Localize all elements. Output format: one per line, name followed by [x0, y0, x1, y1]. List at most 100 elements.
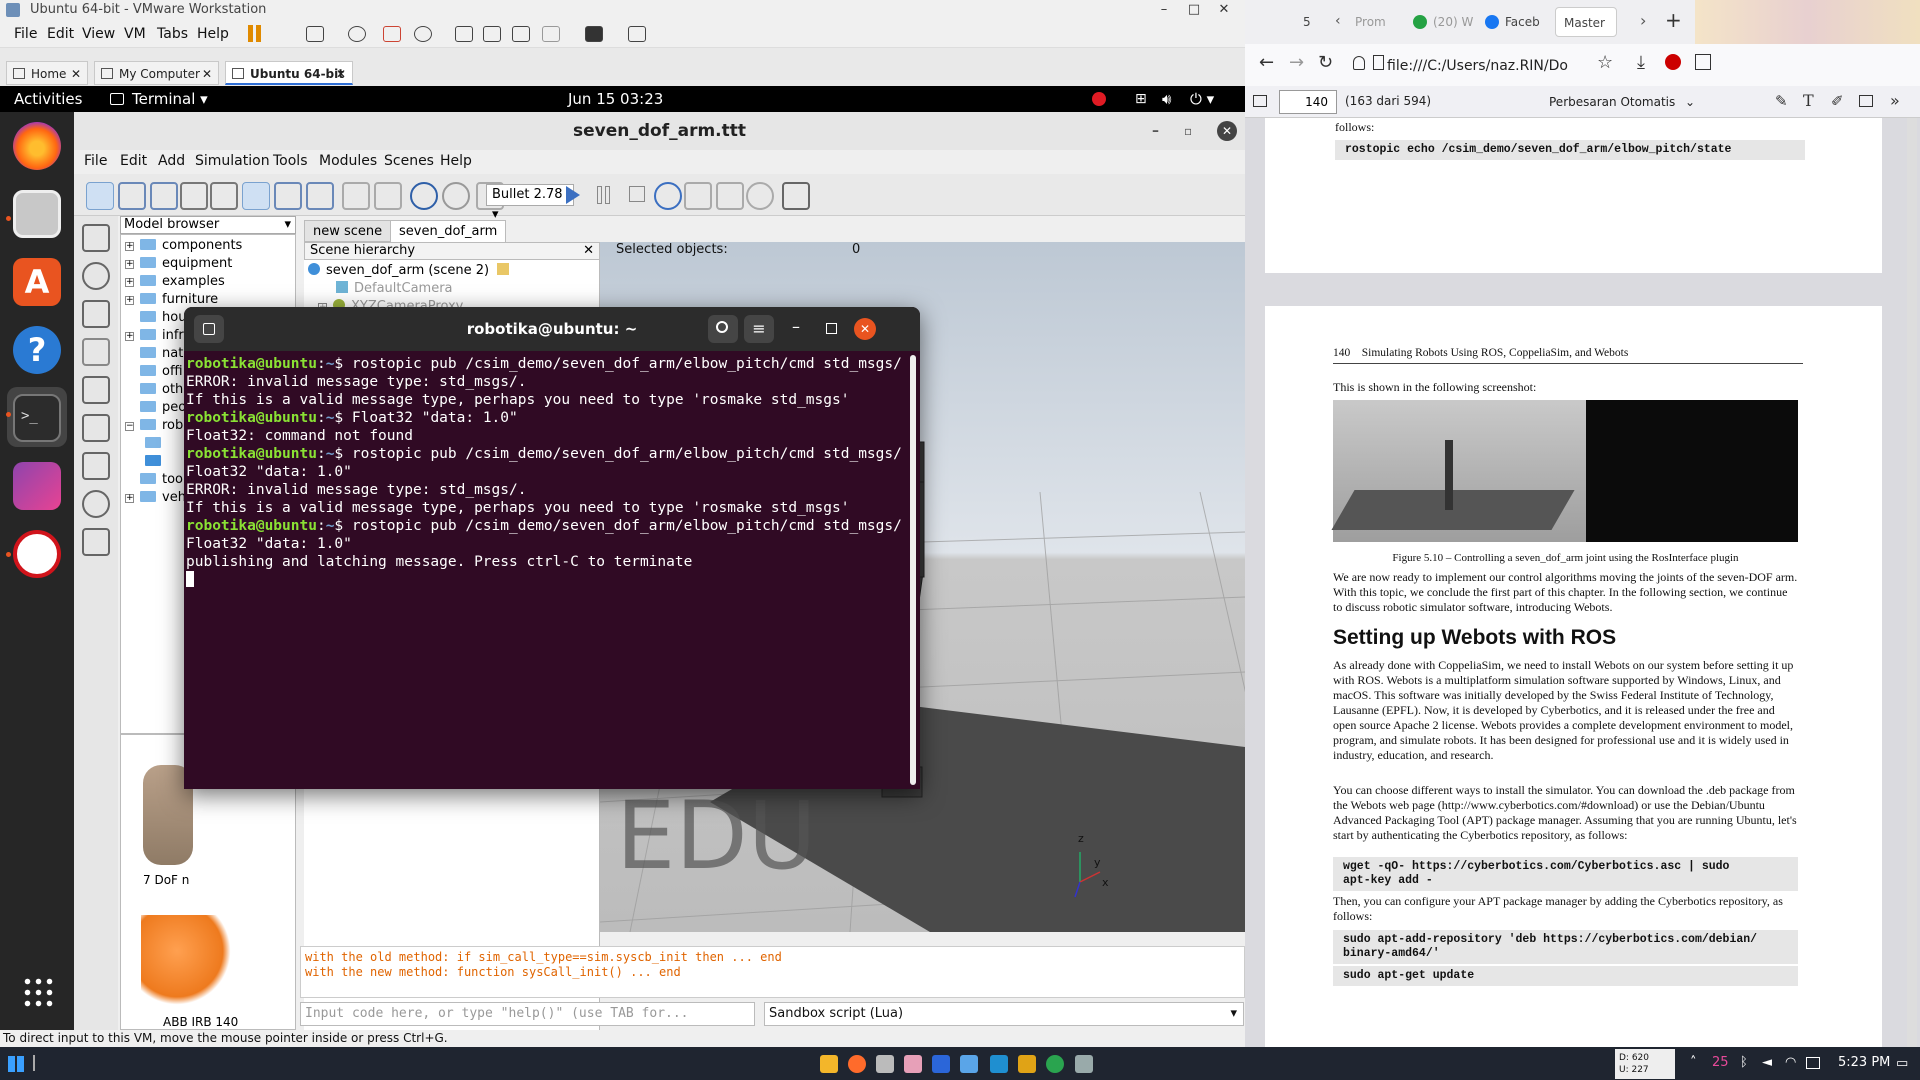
scripts-icon[interactable]: [82, 452, 110, 480]
tab-active[interactable]: Master: [1555, 7, 1617, 37]
redo-icon[interactable]: [442, 182, 470, 210]
notifications-icon[interactable]: ▭: [1896, 1056, 1908, 1071]
wifi-icon[interactable]: ◠: [1785, 1055, 1796, 1070]
image-icon[interactable]: [1859, 95, 1873, 107]
do-not-disturb-icon[interactable]: [1092, 92, 1106, 106]
model-browser-toggle-icon[interactable]: [82, 224, 110, 252]
tray-chevron-icon[interactable]: ˄: [1690, 1055, 1697, 1070]
menu-edit[interactable]: Edit: [47, 26, 74, 42]
draw-icon[interactable]: ✐: [1831, 92, 1844, 110]
files-icon[interactable]: [13, 190, 61, 238]
snapshot-icon[interactable]: [348, 26, 366, 42]
zoom-select[interactable]: Perbesaran Otomatis ⌄: [1541, 90, 1701, 114]
sidebar-toggle-icon[interactable]: [1253, 95, 1267, 107]
app-icon[interactable]: [1018, 1055, 1036, 1073]
terminal-scrollbar[interactable]: [910, 355, 916, 785]
help-icon[interactable]: ?: [13, 326, 61, 374]
user-settings-icon[interactable]: [82, 528, 110, 556]
tab-new-scene[interactable]: new scene: [304, 220, 392, 242]
object-shift-icon[interactable]: [274, 182, 302, 210]
bluetooth-icon[interactable]: ᛒ: [1740, 1055, 1748, 1070]
tab[interactable]: 5: [1303, 7, 1323, 37]
menu-view[interactable]: View: [82, 26, 115, 42]
terminal-icon[interactable]: >_: [13, 394, 61, 442]
unity-icon[interactable]: [542, 26, 560, 42]
menu-tools[interactable]: Tools: [273, 153, 308, 169]
close-tab-icon[interactable]: ✕: [202, 62, 212, 86]
menu-scenes[interactable]: Scenes: [384, 153, 434, 169]
tree-item[interactable]: + infr: [125, 327, 184, 345]
tab-scroll-right-icon[interactable]: ›: [1640, 11, 1646, 30]
tab[interactable]: Prom: [1355, 7, 1405, 37]
forward-icon[interactable]: →: [1289, 52, 1304, 73]
highlight-icon[interactable]: ✎: [1775, 92, 1788, 110]
close-tab-icon[interactable]: ✕: [71, 62, 81, 86]
maximize-icon[interactable]: [826, 323, 837, 334]
camera-pan-icon[interactable]: [86, 182, 114, 210]
app-icon[interactable]: [904, 1055, 922, 1073]
chevron-down-icon[interactable]: ⌄: [1685, 90, 1695, 114]
tree-item[interactable]: offi: [125, 363, 183, 381]
extension-icon[interactable]: [1695, 54, 1711, 70]
menu-modules[interactable]: Modules: [319, 153, 377, 169]
object-rotate-icon[interactable]: [306, 182, 334, 210]
app-icon[interactable]: [876, 1055, 894, 1073]
library-icon[interactable]: [455, 26, 473, 42]
stop-simulation-icon[interactable]: [629, 186, 645, 202]
tab[interactable]: (20) W: [1433, 7, 1478, 37]
fullscreen-icon[interactable]: [512, 26, 530, 42]
pause-icon[interactable]: [248, 25, 253, 42]
camera-rotate-icon[interactable]: [118, 182, 146, 210]
thumbnail-icon[interactable]: [483, 26, 501, 42]
coppeliasim-icon[interactable]: [13, 530, 61, 578]
tab-ubuntu[interactable]: Ubuntu 64-bit ✕: [225, 61, 353, 85]
menu-simulation[interactable]: Simulation: [195, 153, 270, 169]
photoshop-icon[interactable]: [932, 1055, 950, 1073]
vmware-taskbar-icon[interactable]: [1075, 1055, 1093, 1073]
terminal-window[interactable]: robotika@ubuntu: ~ ≡ – ✕ robotika@ubuntu…: [184, 307, 920, 789]
firefox-icon[interactable]: [13, 122, 61, 170]
minimize-icon[interactable]: –: [1150, 0, 1178, 20]
tree-item[interactable]: natu: [125, 345, 192, 363]
activities-button[interactable]: Activities: [14, 90, 82, 108]
app-icon[interactable]: [1046, 1055, 1064, 1073]
collections-icon[interactable]: [82, 414, 110, 442]
search-icon[interactable]: [708, 315, 738, 343]
close-icon[interactable]: ✕: [854, 318, 876, 340]
tree-item[interactable]: oth: [125, 381, 183, 399]
minimize-icon[interactable]: –: [1152, 112, 1159, 150]
page-number-input[interactable]: 140: [1279, 90, 1337, 114]
file-explorer-icon[interactable]: [820, 1055, 838, 1073]
lua-command-input[interactable]: Input code here, or type "help()" (use T…: [300, 1002, 755, 1026]
show-apps-icon[interactable]: [22, 976, 54, 1008]
text-tool-icon[interactable]: T: [1803, 91, 1814, 110]
menu-edit[interactable]: Edit: [120, 153, 147, 169]
clock[interactable]: Jun 15 03:23: [568, 90, 663, 108]
fit-to-view-icon[interactable]: [210, 182, 238, 210]
hamburger-menu-icon[interactable]: ≡: [744, 315, 774, 343]
tree-item[interactable]: − rob: [125, 417, 183, 435]
layers-icon[interactable]: [82, 300, 110, 328]
close-icon[interactable]: ✕: [1210, 0, 1238, 20]
new-tab-icon[interactable]: +: [1665, 8, 1682, 32]
tab-scroll-left-icon[interactable]: ‹: [1335, 13, 1341, 29]
click-select-icon[interactable]: [242, 182, 270, 210]
object-properties-icon[interactable]: [82, 338, 110, 366]
real-time-icon[interactable]: [654, 182, 682, 210]
tree-item[interactable]: + examples: [125, 273, 225, 291]
firefox-taskbar-icon[interactable]: [848, 1055, 866, 1073]
slow-down-icon[interactable]: [684, 182, 712, 210]
scene-root[interactable]: seven_dof_arm (scene 2): [308, 262, 510, 280]
scene-item[interactable]: DefaultCamera: [336, 280, 453, 298]
tree-item[interactable]: hou: [125, 309, 186, 327]
send-ctrl-alt-del-icon[interactable]: [306, 26, 324, 42]
close-icon[interactable]: ✕: [1217, 121, 1237, 141]
camera-angle-icon[interactable]: [180, 182, 208, 210]
windows-start-icon[interactable]: [8, 1056, 24, 1072]
more-tools-icon[interactable]: »: [1890, 91, 1900, 110]
assemble-icon[interactable]: [342, 182, 370, 210]
menu-help[interactable]: Help: [440, 153, 472, 169]
tree-item[interactable]: peo: [125, 399, 186, 417]
stretch-icon[interactable]: [628, 26, 646, 42]
clock[interactable]: 5:23 PM: [1838, 1055, 1890, 1070]
